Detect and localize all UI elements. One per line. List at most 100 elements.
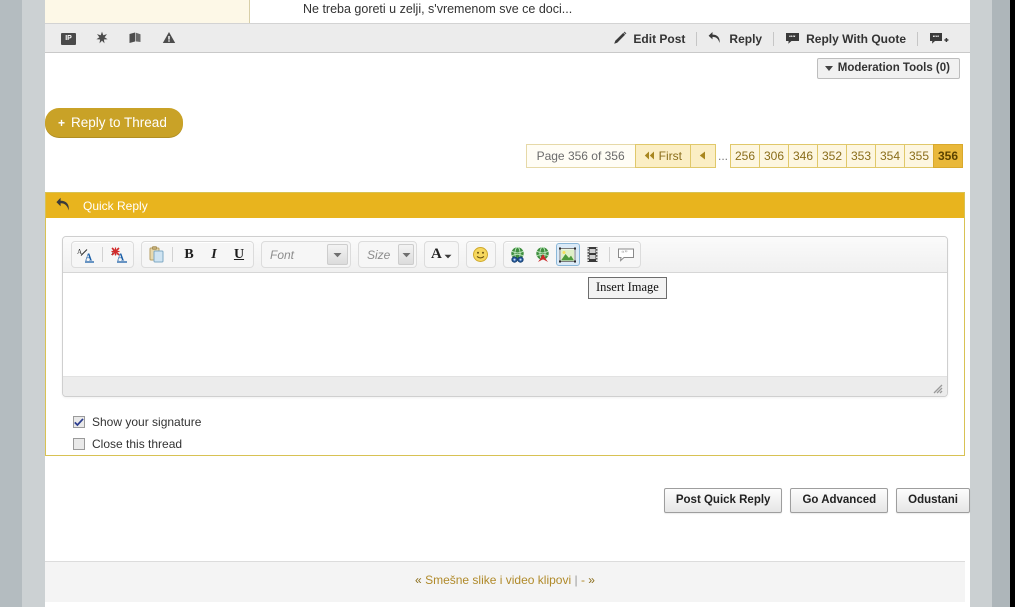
chevron-down-icon: [327, 244, 348, 265]
post-message-cell: Ne treba goreti u zelji, s'vremenom sve …: [251, 0, 970, 23]
switch-editor-mode-icon[interactable]: A A: [74, 243, 98, 266]
page-footer: « Smešne slike i video klipovi | - »: [45, 561, 965, 602]
footer-next-link[interactable]: -: [581, 573, 585, 587]
pagination: Page 356 of 356 First ... 256 306 346 35…: [527, 144, 963, 168]
svg-text:““: ““: [789, 34, 796, 41]
svg-text:“”: “”: [621, 249, 627, 257]
post-quick-reply-button[interactable]: Post Quick Reply: [664, 488, 783, 513]
pagination-first-button[interactable]: First: [635, 144, 691, 168]
close-thread-row[interactable]: Close this thread: [73, 433, 948, 455]
post-footer-icons: IP: [61, 24, 176, 54]
message-textarea[interactable]: [63, 273, 947, 377]
wrap-quote-icon[interactable]: “”: [614, 243, 638, 266]
insert-video-icon[interactable]: [581, 243, 605, 266]
pagination-ellipsis: ...: [715, 144, 731, 168]
moderation-tools-label: Moderation Tools (0): [838, 62, 950, 74]
reply-to-thread-button[interactable]: + Reply to Thread: [45, 108, 183, 138]
pagination-current-page[interactable]: 356: [933, 144, 963, 168]
pagination-page-354[interactable]: 354: [875, 144, 905, 168]
toolbar-separator: [172, 247, 173, 262]
font-size-select[interactable]: Size: [358, 241, 417, 268]
pagination-page-353[interactable]: 353: [846, 144, 876, 168]
browser-viewport: Ne treba goreti u zelji, s'vremenom sve …: [0, 0, 1015, 607]
prev-arrow-icon: «: [415, 573, 422, 587]
editor-group-smilie: [466, 241, 496, 268]
close-thread-checkbox[interactable]: [73, 438, 85, 450]
pagination-page-306[interactable]: 306: [759, 144, 789, 168]
flag-icon[interactable]: [128, 31, 143, 48]
message-editor: A A A A: [62, 236, 948, 397]
warning-triangle-icon[interactable]: [162, 31, 176, 47]
insert-link-icon[interactable]: [506, 243, 530, 266]
reply-with-quote-label: Reply With Quote: [806, 32, 906, 46]
font-family-placeholder: Font: [262, 248, 302, 262]
post-message-text: Ne treba goreti u zelji, s'vremenom sve …: [303, 2, 572, 16]
editor-group-format: B I U: [141, 241, 254, 268]
quote-bubble-icon: ““: [785, 31, 800, 48]
ip-badge-icon[interactable]: IP: [61, 33, 76, 45]
chevron-down-icon: [444, 248, 452, 262]
reply-label: Reply: [729, 32, 762, 46]
quick-reply-actions: Post Quick Reply Go Advanced Odustani: [664, 488, 970, 513]
insert-image-tooltip: Insert Image: [588, 277, 667, 299]
pagination-page-355[interactable]: 355: [904, 144, 934, 168]
next-arrow-icon: »: [588, 573, 595, 587]
double-left-arrow-icon: [644, 145, 655, 167]
footer-prev-link[interactable]: Smešne slike i video klipovi: [425, 573, 571, 587]
reply-button[interactable]: Reply: [697, 24, 773, 54]
page-gutter-left-inner: [22, 0, 45, 607]
resize-grip-icon[interactable]: [930, 381, 943, 394]
font-color-icon: A: [431, 246, 442, 263]
editor-footer: [63, 377, 947, 396]
post-bottom-cells: Ne treba goreti u zelji, s'vremenom sve …: [45, 0, 970, 23]
chevron-down-icon: [398, 244, 414, 265]
footer-navigation: « Smešne slike i video klipovi | - »: [45, 573, 965, 587]
pagination-page-256[interactable]: 256: [730, 144, 760, 168]
font-size-placeholder: Size: [359, 248, 398, 262]
pagination-prev-button[interactable]: [690, 144, 716, 168]
show-signature-checkbox[interactable]: [73, 416, 85, 428]
go-advanced-button[interactable]: Go Advanced: [790, 488, 888, 513]
show-signature-label: Show your signature: [92, 415, 201, 429]
pagination-info: Page 356 of 356: [526, 144, 636, 168]
multi-quote-button[interactable]: ““: [918, 24, 960, 54]
forum-page: Ne treba goreti u zelji, s'vremenom sve …: [45, 0, 970, 607]
font-family-select[interactable]: Font: [261, 241, 351, 268]
star-icon[interactable]: [95, 31, 109, 48]
plus-icon: +: [58, 116, 65, 130]
post-user-cell: [45, 0, 250, 23]
svg-text:““: ““: [933, 34, 940, 41]
footer-separator: |: [574, 573, 577, 587]
toolbar-separator: [102, 247, 103, 262]
editor-group-insert: “”: [503, 241, 641, 268]
insert-image-icon[interactable]: [556, 243, 580, 266]
left-arrow-icon: [699, 145, 706, 167]
pencil-icon: [613, 31, 627, 48]
window-edge: [1010, 0, 1015, 607]
quick-reply-options: Show your signature Close this thread: [62, 397, 948, 455]
chevron-down-icon: [825, 66, 833, 71]
pagination-page-352[interactable]: 352: [817, 144, 847, 168]
toolbar-separator: [609, 247, 610, 262]
page-gutter-right-inner: [970, 0, 992, 607]
close-thread-label: Close this thread: [92, 437, 182, 451]
pagination-first-label: First: [659, 145, 682, 167]
cancel-button[interactable]: Odustani: [896, 488, 970, 513]
moderation-tools-dropdown[interactable]: Moderation Tools (0): [817, 58, 960, 79]
bold-icon[interactable]: B: [177, 243, 201, 266]
underline-icon[interactable]: U: [227, 243, 251, 266]
edit-post-button[interactable]: Edit Post: [602, 24, 696, 54]
font-color-button[interactable]: A: [424, 241, 459, 268]
smilie-icon[interactable]: [469, 243, 493, 266]
editor-group-mode: A A A A: [71, 241, 134, 268]
pagination-page-346[interactable]: 346: [788, 144, 818, 168]
remove-formatting-icon[interactable]: A A: [107, 243, 131, 266]
reply-with-quote-button[interactable]: ““ Reply With Quote: [774, 24, 917, 54]
page-gutter-left-outer: [0, 0, 22, 607]
italic-icon[interactable]: I: [202, 243, 226, 266]
show-signature-row[interactable]: Show your signature: [73, 411, 948, 433]
quick-reply-header: Quick Reply: [46, 193, 964, 218]
remove-link-icon[interactable]: [531, 243, 555, 266]
paste-icon[interactable]: [144, 243, 168, 266]
page-gutter-right-outer: [992, 0, 1010, 607]
